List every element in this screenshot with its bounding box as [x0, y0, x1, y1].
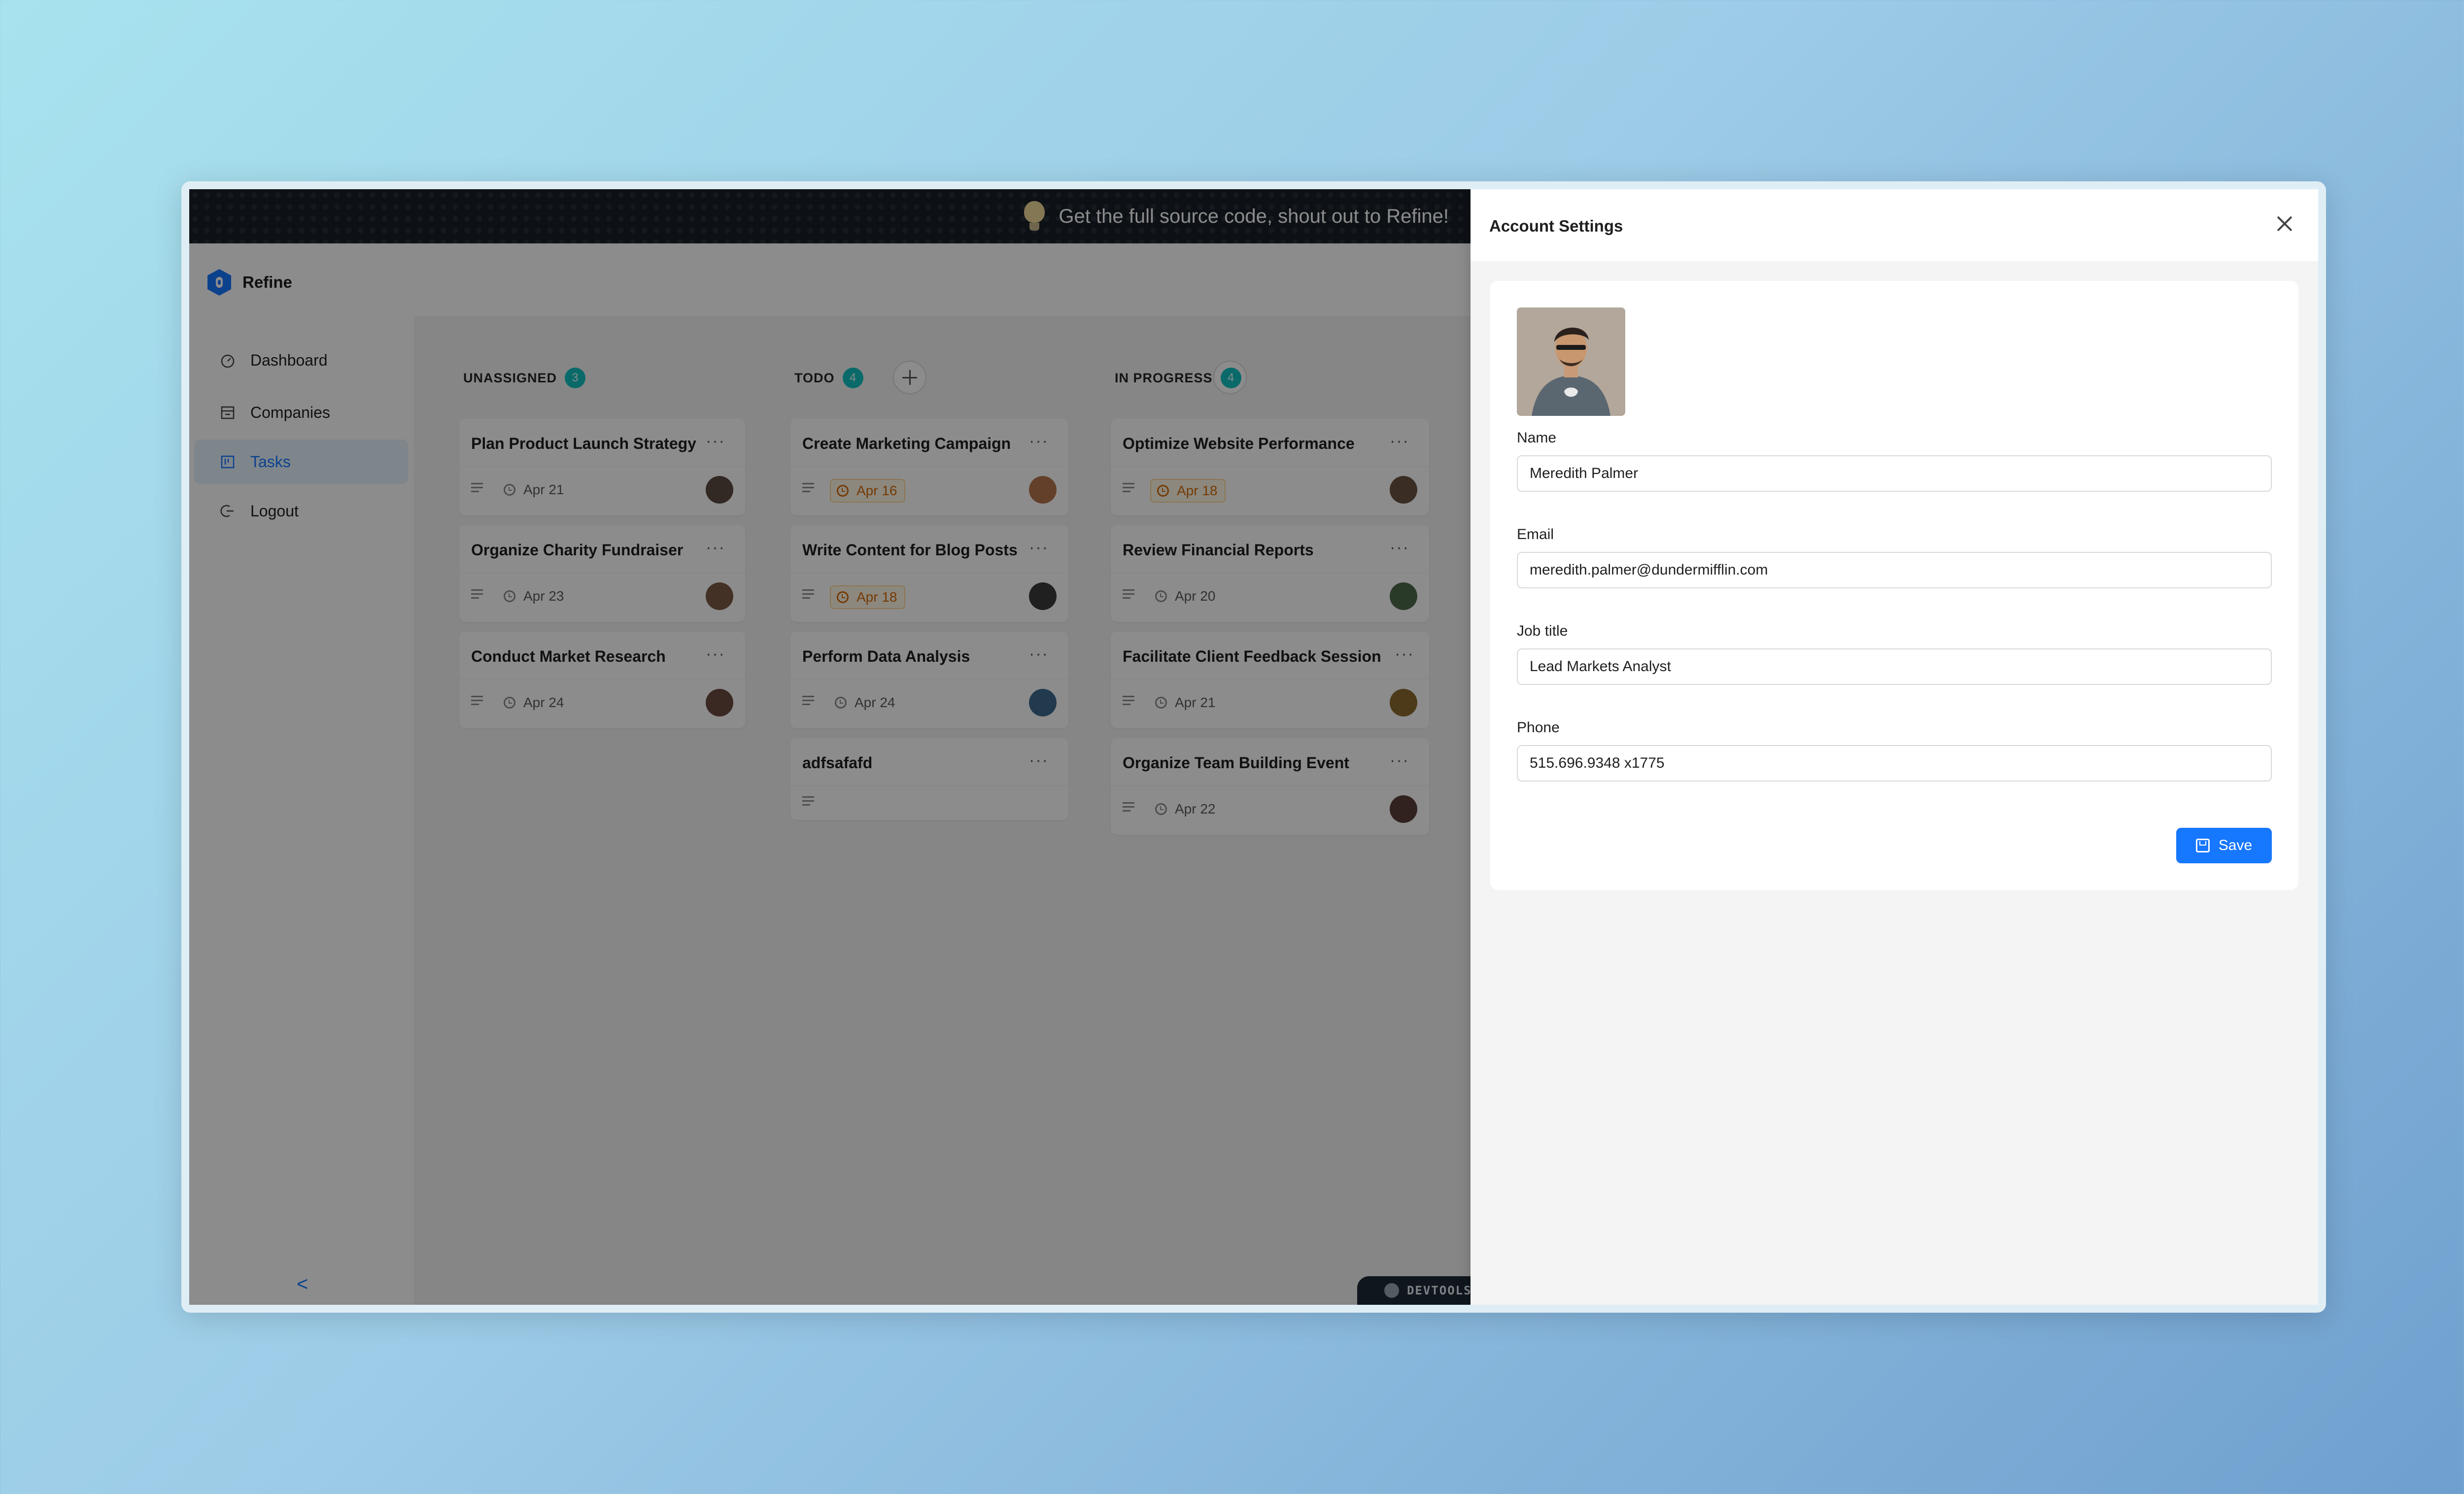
save-label: Save — [2218, 837, 2253, 853]
app-shell: Get the full source code, shout out to R… — [189, 189, 1471, 1305]
email-label: Email — [1517, 526, 1554, 543]
drawer-header: Account Settings — [1471, 189, 2318, 261]
phone-field[interactable] — [1517, 745, 2272, 781]
name-field[interactable] — [1517, 455, 2272, 492]
account-form: Name Email Job title Phone Save — [1490, 281, 2298, 890]
profile-avatar[interactable] — [1517, 307, 1625, 416]
modal-mask[interactable] — [189, 189, 1471, 1305]
browser-viewport: Get the full source code, shout out to R… — [189, 189, 2318, 1305]
email-field[interactable] — [1517, 552, 2272, 588]
save-button[interactable]: Save — [2176, 828, 2272, 863]
account-settings-drawer: Account Settings Name Email Job title — [1471, 189, 2318, 1305]
drawer-title: Account Settings — [1489, 217, 1623, 235]
save-icon — [2195, 839, 2210, 852]
phone-label: Phone — [1517, 719, 1560, 736]
close-icon[interactable] — [2274, 213, 2295, 235]
name-label: Name — [1517, 430, 1557, 446]
job-title-field[interactable] — [1517, 648, 2272, 685]
job-title-label: Job title — [1517, 623, 1568, 639]
